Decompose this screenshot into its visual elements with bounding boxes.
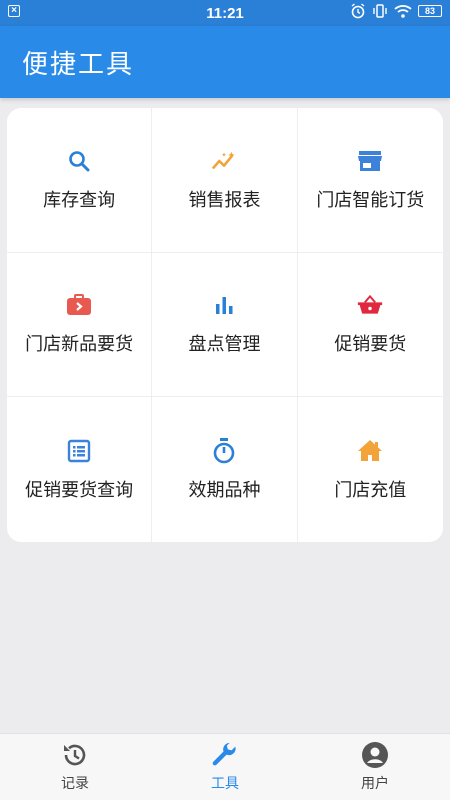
list-icon (66, 438, 92, 464)
tool-sales-report[interactable]: 销售报表 (152, 108, 298, 253)
tool-inventory-query[interactable]: 库存查询 (7, 108, 153, 253)
tool-store-recharge[interactable]: 门店充值 (298, 397, 443, 542)
nav-records[interactable]: 记录 (0, 734, 150, 800)
store-icon (357, 148, 383, 174)
status-icons: 83 (350, 3, 442, 19)
page-title: 便捷工具 (22, 49, 135, 80)
tool-promotion-request[interactable]: 促销要货 (297, 253, 443, 398)
close-notification-icon: × (8, 5, 20, 17)
battery-level: 83 (424, 6, 435, 16)
alarm-icon (351, 3, 365, 19)
suitcase-icon (66, 292, 92, 318)
app-bar: 便捷工具 (0, 26, 450, 98)
nav-label: 用户 (361, 776, 389, 792)
tools-grid: 库存查询 销售报表 门店智能订货 门店新品要货 盘点管理 促销要货 促销要货查询… (7, 108, 443, 542)
timer-icon (211, 437, 237, 464)
history-icon (61, 741, 89, 769)
nav-label: 工具 (211, 776, 239, 792)
wifi-icon (394, 5, 412, 18)
user-icon (361, 741, 389, 769)
wrench-icon (211, 741, 239, 769)
tool-store-smart-order[interactable]: 门店智能订货 (297, 108, 443, 253)
basket-icon (357, 292, 383, 318)
nav-user[interactable]: 用户 (300, 734, 450, 800)
bar-chart-icon (211, 292, 237, 318)
nav-tools[interactable]: 工具 (150, 734, 300, 800)
tool-label: 促销要货 (334, 334, 407, 356)
tool-label: 促销要货查询 (25, 479, 134, 501)
trend-icon (211, 148, 237, 174)
tool-stocktake-management[interactable]: 盘点管理 (152, 252, 298, 398)
house-icon (357, 438, 383, 464)
battery-icon: 83 (418, 5, 442, 17)
tool-promotion-request-query[interactable]: 促销要货查询 (7, 397, 153, 542)
tool-label: 门店充值 (334, 479, 407, 501)
tool-label: 库存查询 (43, 189, 116, 211)
tool-label: 门店智能订货 (316, 189, 425, 211)
tool-label: 效期品种 (188, 479, 261, 501)
vibrate-icon (373, 4, 387, 18)
tool-label: 门店新品要货 (25, 334, 134, 356)
tool-expiry-items[interactable]: 效期品种 (152, 397, 298, 542)
tool-label: 销售报表 (188, 189, 261, 211)
status-time: 11:21 (206, 4, 244, 22)
status-bar: × 11:21 83 (0, 0, 450, 26)
search-icon (66, 148, 92, 174)
tool-label: 盘点管理 (188, 334, 261, 356)
tool-store-new-product-request[interactable]: 门店新品要货 (7, 252, 153, 398)
bottom-nav: 记录 工具 用户 (0, 733, 450, 800)
nav-label: 记录 (61, 776, 89, 792)
